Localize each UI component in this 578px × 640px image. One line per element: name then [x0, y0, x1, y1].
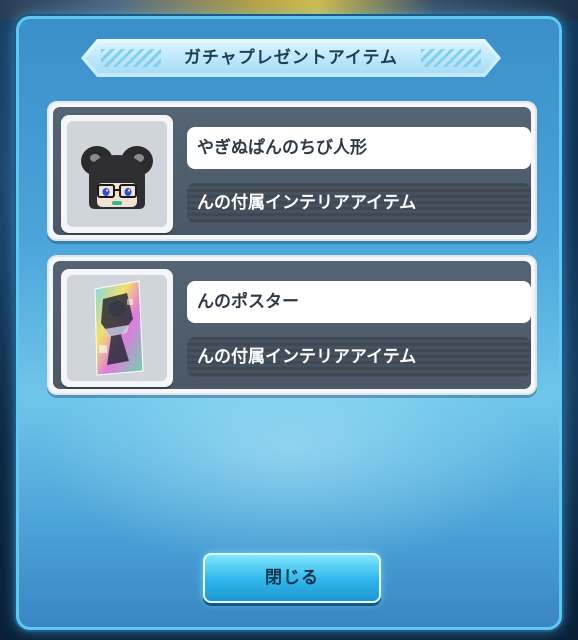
item-card-body: やぎぬぱんのちび人形 んの付属インテリアアイテム	[53, 107, 531, 235]
chibi-doll-icon	[67, 121, 167, 227]
item-name: やぎぬぱんのちび人形	[187, 127, 531, 169]
item-card: んのポスター んの付属インテリアアイテム	[47, 255, 537, 395]
item-description: んの付属インテリアアイテム	[187, 337, 531, 377]
item-thumbnail-frame	[61, 115, 173, 233]
gacha-present-dialog: ガチャプレゼントアイテム やぎぬぱんのちび人形 んの付属インテリアアイテム んの…	[16, 16, 562, 630]
item-description: んの付属インテリアアイテム	[187, 183, 531, 223]
item-card-body: んのポスター んの付属インテリアアイテム	[53, 261, 531, 389]
item-name: んのポスター	[187, 281, 531, 323]
close-button[interactable]: 閉じる	[203, 553, 381, 603]
poster-icon	[67, 275, 167, 381]
item-card: やぎぬぱんのちび人形 んの付属インテリアアイテム	[47, 101, 537, 241]
dialog-title: ガチャプレゼントアイテム	[183, 48, 399, 68]
item-thumbnail-frame	[61, 269, 173, 387]
